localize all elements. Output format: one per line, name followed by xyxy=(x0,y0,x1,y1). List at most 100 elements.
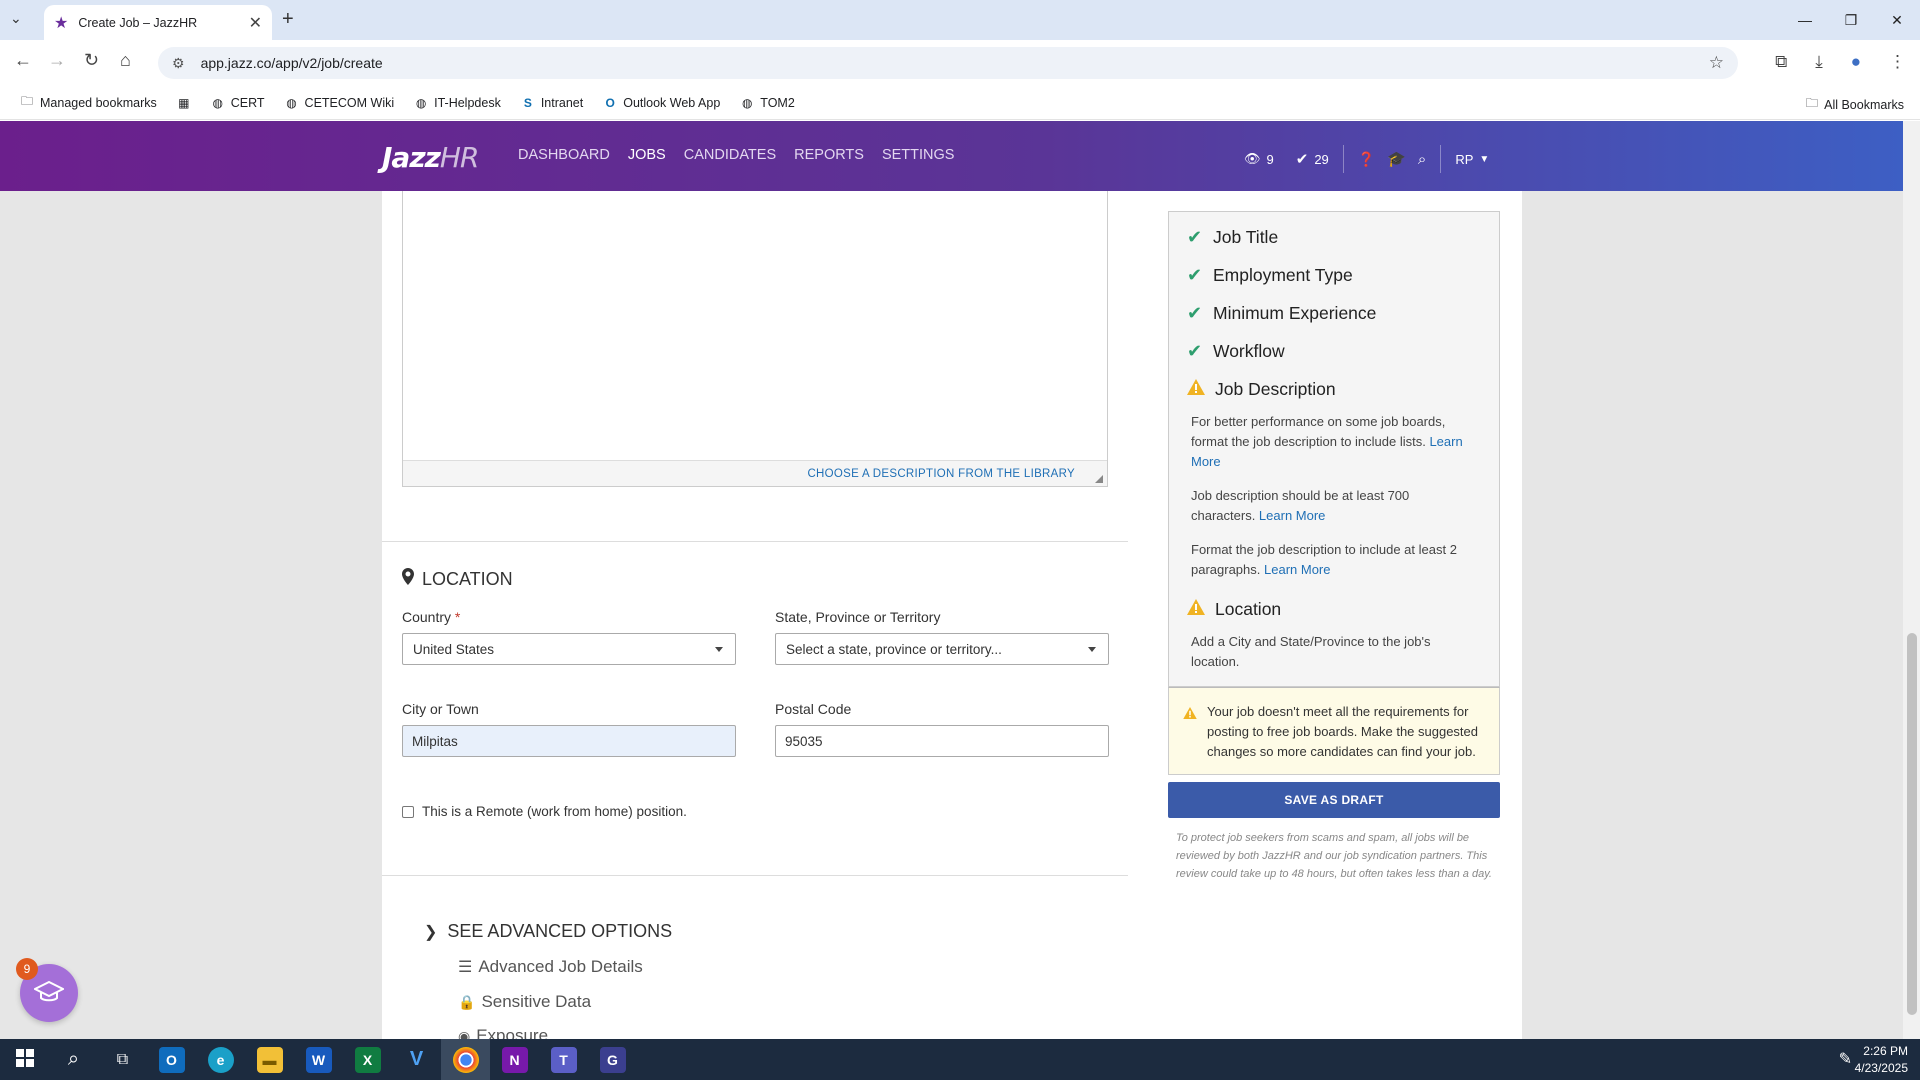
teams-icon: T xyxy=(550,1046,577,1073)
jazzhr-favicon-icon: ★ xyxy=(54,14,69,32)
learn-more-link[interactable]: Learn More xyxy=(1259,508,1325,523)
bookmark-label: CERT xyxy=(230,95,265,110)
divider xyxy=(382,541,1128,542)
remote-checkbox[interactable] xyxy=(402,805,414,818)
bookmark-cert[interactable]: ◍ CERT xyxy=(211,95,265,110)
menu-icon[interactable]: ⋮ xyxy=(1889,52,1906,72)
country-select[interactable]: United States xyxy=(402,633,736,665)
location-heading: LOCATION xyxy=(402,568,513,590)
nav-dashboard[interactable]: DASHBOARD xyxy=(518,147,610,163)
jd-note-paragraphs: Format the job description to include at… xyxy=(1169,536,1499,590)
excel-app[interactable]: X xyxy=(343,1039,392,1080)
eye-icon: 👁 xyxy=(1244,151,1261,166)
address-bar[interactable]: ⚙ app.jazz.co/app/v2/job/create ☆ xyxy=(158,47,1738,79)
reload-icon[interactable]: ↻ xyxy=(84,50,99,71)
save-as-draft-button[interactable]: SAVE AS DRAFT xyxy=(1168,782,1500,818)
views-counter[interactable]: 👁 9 xyxy=(1244,151,1274,167)
tasks-counter[interactable]: ✔ 29 xyxy=(1296,150,1329,168)
apps-icon[interactable]: ▦ xyxy=(177,96,191,110)
job-description-editor[interactable]: CHOOSE A DESCRIPTION FROM THE LIBRARY xyxy=(402,191,1108,487)
tasks-count: 29 xyxy=(1314,151,1329,167)
bookmark-intranet[interactable]: S Intranet xyxy=(521,96,583,110)
check-icon: ✔ xyxy=(1187,264,1203,285)
academy-launcher[interactable]: 9 xyxy=(16,958,78,1022)
other-app[interactable]: G xyxy=(588,1039,637,1080)
sensitive-data-link[interactable]: 🔒 Sensitive Data xyxy=(458,992,591,1012)
choose-description-link[interactable]: CHOOSE A DESCRIPTION FROM THE LIBRARY xyxy=(807,468,1075,480)
jazzhr-logo[interactable]: JazzHR xyxy=(382,141,479,174)
jd-note-length: Job description should be at least 700 c… xyxy=(1169,482,1499,536)
close-window-icon[interactable]: ✕ xyxy=(1874,0,1920,40)
bookmark-helpdesk[interactable]: ◍ IT-Helpdesk xyxy=(414,96,501,110)
advanced-job-details-link[interactable]: ☰ Advanced Job Details xyxy=(458,957,643,977)
all-bookmarks[interactable]: 🗀 All Bookmarks xyxy=(1806,94,1904,115)
onenote-app[interactable]: N xyxy=(490,1039,539,1080)
checklist-item-job-title: ✔ Job Title xyxy=(1169,218,1499,256)
page-scrollbar[interactable] xyxy=(1903,121,1920,1039)
city-input[interactable]: Milpitas xyxy=(402,725,736,757)
nav-candidates[interactable]: CANDIDATES xyxy=(684,147,776,163)
warning-icon xyxy=(1187,598,1205,620)
edge-app[interactable]: e xyxy=(196,1039,245,1080)
site-info-icon[interactable]: ⚙ xyxy=(172,55,185,72)
nav-reports[interactable]: REPORTS xyxy=(794,147,864,163)
checklist-label: Workflow xyxy=(1213,340,1285,361)
scrollbar-thumb[interactable] xyxy=(1907,633,1917,1015)
extensions-icon[interactable]: ⧉ xyxy=(1775,52,1787,72)
bookmark-star-icon[interactable]: ☆ xyxy=(1709,53,1724,73)
globe-icon: ◍ xyxy=(286,95,297,110)
warning-icon xyxy=(1187,378,1205,400)
exposure-link[interactable]: ◉ Exposure xyxy=(458,1026,548,1039)
close-tab-icon[interactable]: ✕ xyxy=(249,13,262,33)
jd-note-lists: For better performance on some job board… xyxy=(1169,408,1499,482)
pen-icon[interactable]: ✎ xyxy=(1839,1049,1852,1069)
bookmark-outlook[interactable]: O Outlook Web App xyxy=(603,96,721,110)
caret-down-icon: ▼ xyxy=(1479,153,1490,165)
job-form: CHOOSE A DESCRIPTION FROM THE LIBRARY LO… xyxy=(382,191,1128,1039)
chrome-app[interactable] xyxy=(441,1039,490,1080)
advanced-item-label: Sensitive Data xyxy=(481,992,592,1011)
resize-handle-icon[interactable] xyxy=(1095,475,1103,483)
bookmark-label: CETECOM Wiki xyxy=(304,95,395,110)
downloads-icon[interactable]: ⤓ xyxy=(1815,52,1823,72)
home-icon[interactable]: ⌂ xyxy=(120,50,131,71)
word-app[interactable]: W xyxy=(294,1039,343,1080)
outlook-app[interactable]: O xyxy=(147,1039,196,1080)
help-icon[interactable]: ❓ xyxy=(1358,151,1375,168)
search-icon[interactable]: ⌕ xyxy=(1418,151,1426,168)
bookmark-label: Managed bookmarks xyxy=(40,95,157,110)
minimize-icon[interactable]: — xyxy=(1782,0,1828,40)
teams-app[interactable]: T xyxy=(539,1039,588,1080)
windows-taskbar: ⌕ ⧉ O e ▬ W X V N T G ✎ 2:26 PM 4/23/202… xyxy=(0,1039,1920,1080)
browser-tab[interactable]: ★ Create Job – JazzHR ✕ xyxy=(44,5,272,40)
learn-more-link[interactable]: Learn More xyxy=(1264,562,1330,577)
main-content: CHOOSE A DESCRIPTION FROM THE LIBRARY LO… xyxy=(382,191,1522,1039)
bookmark-wiki[interactable]: ◍ CETECOM Wiki xyxy=(285,95,395,110)
search-taskbar-button[interactable]: ⌕ xyxy=(49,1039,98,1080)
word-icon: W xyxy=(305,1046,332,1073)
task-view-button[interactable]: ⧉ xyxy=(98,1039,147,1080)
academy-cap-icon[interactable]: 🎓 xyxy=(1387,150,1406,168)
nav-jobs[interactable]: JOBS xyxy=(628,147,666,163)
postal-code-input[interactable]: 95035 xyxy=(775,725,1109,757)
forward-icon[interactable]: → xyxy=(48,50,66,71)
advanced-options-toggle[interactable]: ❯ SEE ADVANCED OPTIONS xyxy=(424,921,672,942)
system-clock[interactable]: 2:26 PM 4/23/2025 xyxy=(1855,1043,1908,1077)
globe-icon: ◍ xyxy=(742,95,753,110)
restore-icon[interactable]: ❐ xyxy=(1828,0,1874,40)
visio-app[interactable]: V xyxy=(392,1039,441,1080)
new-tab-icon[interactable]: + xyxy=(282,8,294,31)
back-icon[interactable]: ← xyxy=(14,50,32,71)
explorer-app[interactable]: ▬ xyxy=(245,1039,294,1080)
state-select[interactable]: Select a state, province or territory... xyxy=(775,633,1109,665)
bookmark-tom2[interactable]: ◍ TOM2 xyxy=(740,96,795,110)
align-left-icon: ☰ xyxy=(458,959,473,976)
start-button[interactable] xyxy=(0,1039,49,1080)
tab-search-icon[interactable]: ⌄ xyxy=(10,10,22,27)
user-menu[interactable]: RP ▼ xyxy=(1455,152,1489,167)
profile-icon[interactable]: ● xyxy=(1851,52,1861,72)
remote-position-option[interactable]: This is a Remote (work from home) positi… xyxy=(402,804,687,819)
bookmark-managed[interactable]: 🗀 Managed bookmarks xyxy=(20,94,157,110)
nav-settings[interactable]: SETTINGS xyxy=(882,147,955,163)
city-value: Milpitas xyxy=(412,733,458,749)
